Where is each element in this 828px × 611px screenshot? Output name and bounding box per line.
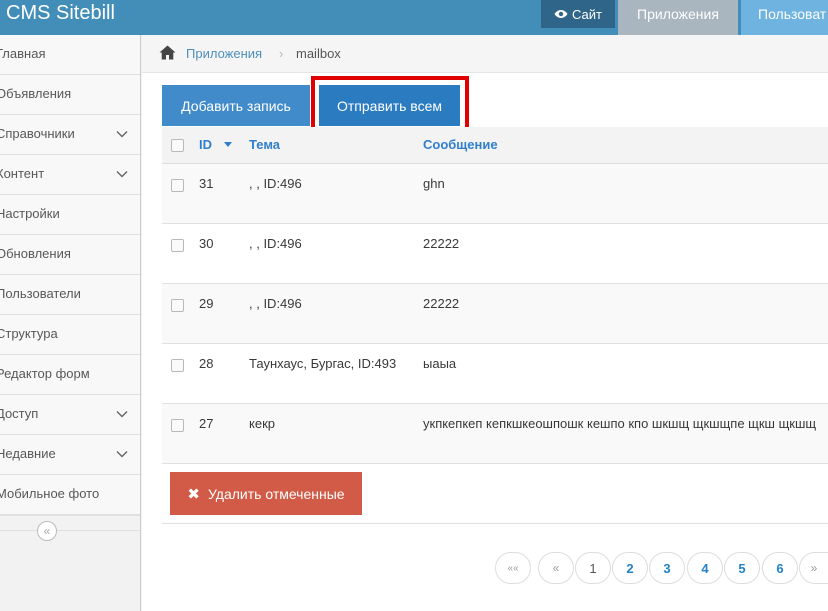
site-button[interactable]: Сайт: [541, 0, 615, 28]
sidebar-item-mobile-photo[interactable]: Мобильное фото: [0, 475, 140, 515]
pagination-page-3[interactable]: 3: [649, 552, 685, 584]
sidebar-item-label: Пользователи: [0, 286, 81, 301]
chevron-down-icon: [116, 450, 128, 458]
row-subject: кекр: [249, 416, 275, 431]
column-header-message[interactable]: Сообщение: [423, 137, 498, 152]
sidebar-item-label: Доступ: [0, 406, 39, 421]
sidebar-item-label: Настройки: [0, 206, 60, 221]
row-message: ыаыа: [423, 356, 457, 371]
top-navbar: CMS Sitebill Сайт Приложения Пользоват: [0, 0, 828, 35]
sidebar-item-content[interactable]: Контент: [0, 155, 140, 195]
sidebar-item-listings[interactable]: Объявления: [0, 75, 140, 115]
column-header-subject[interactable]: Тема: [249, 137, 280, 152]
pagination-first[interactable]: ««: [495, 552, 531, 584]
sidebar-item-home[interactable]: Главная: [0, 35, 140, 75]
sidebar-item-settings[interactable]: Настройки: [0, 195, 140, 235]
send-all-button[interactable]: Отправить всем: [319, 85, 460, 126]
sidebar-item-label: Главная: [0, 46, 46, 61]
main-content: Приложения › mailbox Добавить запись Отп…: [142, 35, 828, 611]
row-message: 22222: [423, 296, 460, 311]
row-id: 31: [199, 176, 214, 191]
sidebar-item-label: Справочники: [0, 126, 75, 141]
pagination-page-1[interactable]: 1: [575, 552, 611, 584]
sidebar-item-structure[interactable]: Структура: [0, 315, 140, 355]
row-message: ghn: [423, 176, 445, 191]
column-header-id[interactable]: ID: [199, 137, 212, 152]
sidebar-item-users[interactable]: Пользователи: [0, 275, 140, 315]
breadcrumb: Приложения › mailbox: [142, 35, 828, 73]
delete-selected-button[interactable]: ✖ Удалить отмеченные: [170, 472, 362, 515]
row-id: 29: [199, 296, 214, 311]
row-message: 22222: [423, 236, 460, 251]
sidebar-item-label: Обновления: [0, 246, 71, 261]
collapse-sidebar-button[interactable]: «: [37, 521, 57, 541]
pagination-prev[interactable]: «: [538, 552, 574, 584]
delete-selected-label: Удалить отмеченные: [208, 485, 345, 502]
sidebar-item-label: Редактор форм: [0, 366, 90, 381]
pagination-page-5[interactable]: 5: [724, 552, 760, 584]
sidebar-item-form-editor[interactable]: Редактор форм: [0, 355, 140, 395]
row-checkbox[interactable]: [171, 359, 184, 372]
select-all-checkbox[interactable]: [171, 139, 184, 152]
brand-title[interactable]: CMS Sitebill: [6, 0, 115, 35]
pagination-next[interactable]: »: [799, 552, 828, 584]
close-icon: ✖: [187, 485, 200, 503]
row-checkbox[interactable]: [171, 239, 184, 252]
sidebar-item-label: Контент: [0, 166, 45, 181]
breadcrumb-apps-link[interactable]: Приложения: [186, 46, 262, 61]
breadcrumb-current: mailbox: [296, 46, 341, 61]
row-checkbox[interactable]: [171, 419, 184, 432]
sidebar-item-references[interactable]: Справочники: [0, 115, 140, 155]
pagination-page-2[interactable]: 2: [612, 552, 648, 584]
table-row: 30 , , ID:496 22222: [162, 224, 828, 284]
eye-icon: [554, 10, 568, 18]
sidebar-item-access[interactable]: Доступ: [0, 395, 140, 435]
row-subject: , , ID:496: [249, 236, 302, 251]
row-subject: , , ID:496: [249, 296, 302, 311]
add-record-button[interactable]: Добавить запись: [162, 85, 310, 126]
pagination-page-6[interactable]: 6: [762, 552, 798, 584]
site-button-label: Сайт: [572, 6, 602, 22]
nav-apps[interactable]: Приложения: [618, 0, 738, 35]
row-subject: Таунхаус, Бургас, ID:493: [249, 356, 397, 371]
table-row: 31 , , ID:496 ghn: [162, 164, 828, 224]
sort-desc-icon[interactable]: [224, 142, 232, 147]
row-id: 30: [199, 236, 214, 251]
table-row: 29 , , ID:496 22222: [162, 284, 828, 344]
table-row: 27 кекр укпкепкеп кепкшкеошпошк кешпо кп…: [162, 404, 828, 464]
nav-users[interactable]: Пользоват: [741, 0, 828, 35]
row-id: 28: [199, 356, 214, 371]
row-subject: , , ID:496: [249, 176, 302, 191]
sidebar: Главная Объявления Справочники Контент Н…: [0, 35, 141, 611]
sidebar-item-recent[interactable]: Недавние: [0, 435, 140, 475]
pagination-page-4[interactable]: 4: [687, 552, 723, 584]
sidebar-collapse-bar: «: [0, 515, 140, 543]
chevron-down-icon: [116, 170, 128, 178]
breadcrumb-separator: ›: [279, 46, 284, 61]
chevron-down-icon: [116, 130, 128, 138]
sidebar-item-updates[interactable]: Обновления: [0, 235, 140, 275]
row-checkbox[interactable]: [171, 299, 184, 312]
double-chevron-left-icon: «: [43, 524, 51, 538]
sidebar-item-label: Недавние: [0, 446, 56, 461]
row-id: 27: [199, 416, 214, 431]
chevron-down-icon: [116, 410, 128, 418]
sidebar-item-label: Объявления: [0, 86, 72, 101]
row-message: укпкепкеп кепкшкеошпошк кешпо кпо шкшщ щ…: [423, 416, 817, 431]
sidebar-item-label: Структура: [0, 326, 58, 341]
row-checkbox[interactable]: [171, 179, 184, 192]
bulk-actions-row: ✖ Удалить отмеченные: [162, 464, 828, 524]
table-header: ID Тема Сообщение: [162, 127, 828, 164]
home-icon[interactable]: [159, 45, 176, 60]
sidebar-item-label: Мобильное фото: [0, 486, 100, 501]
table-row: 28 Таунхаус, Бургас, ID:493 ыаыа: [162, 344, 828, 404]
